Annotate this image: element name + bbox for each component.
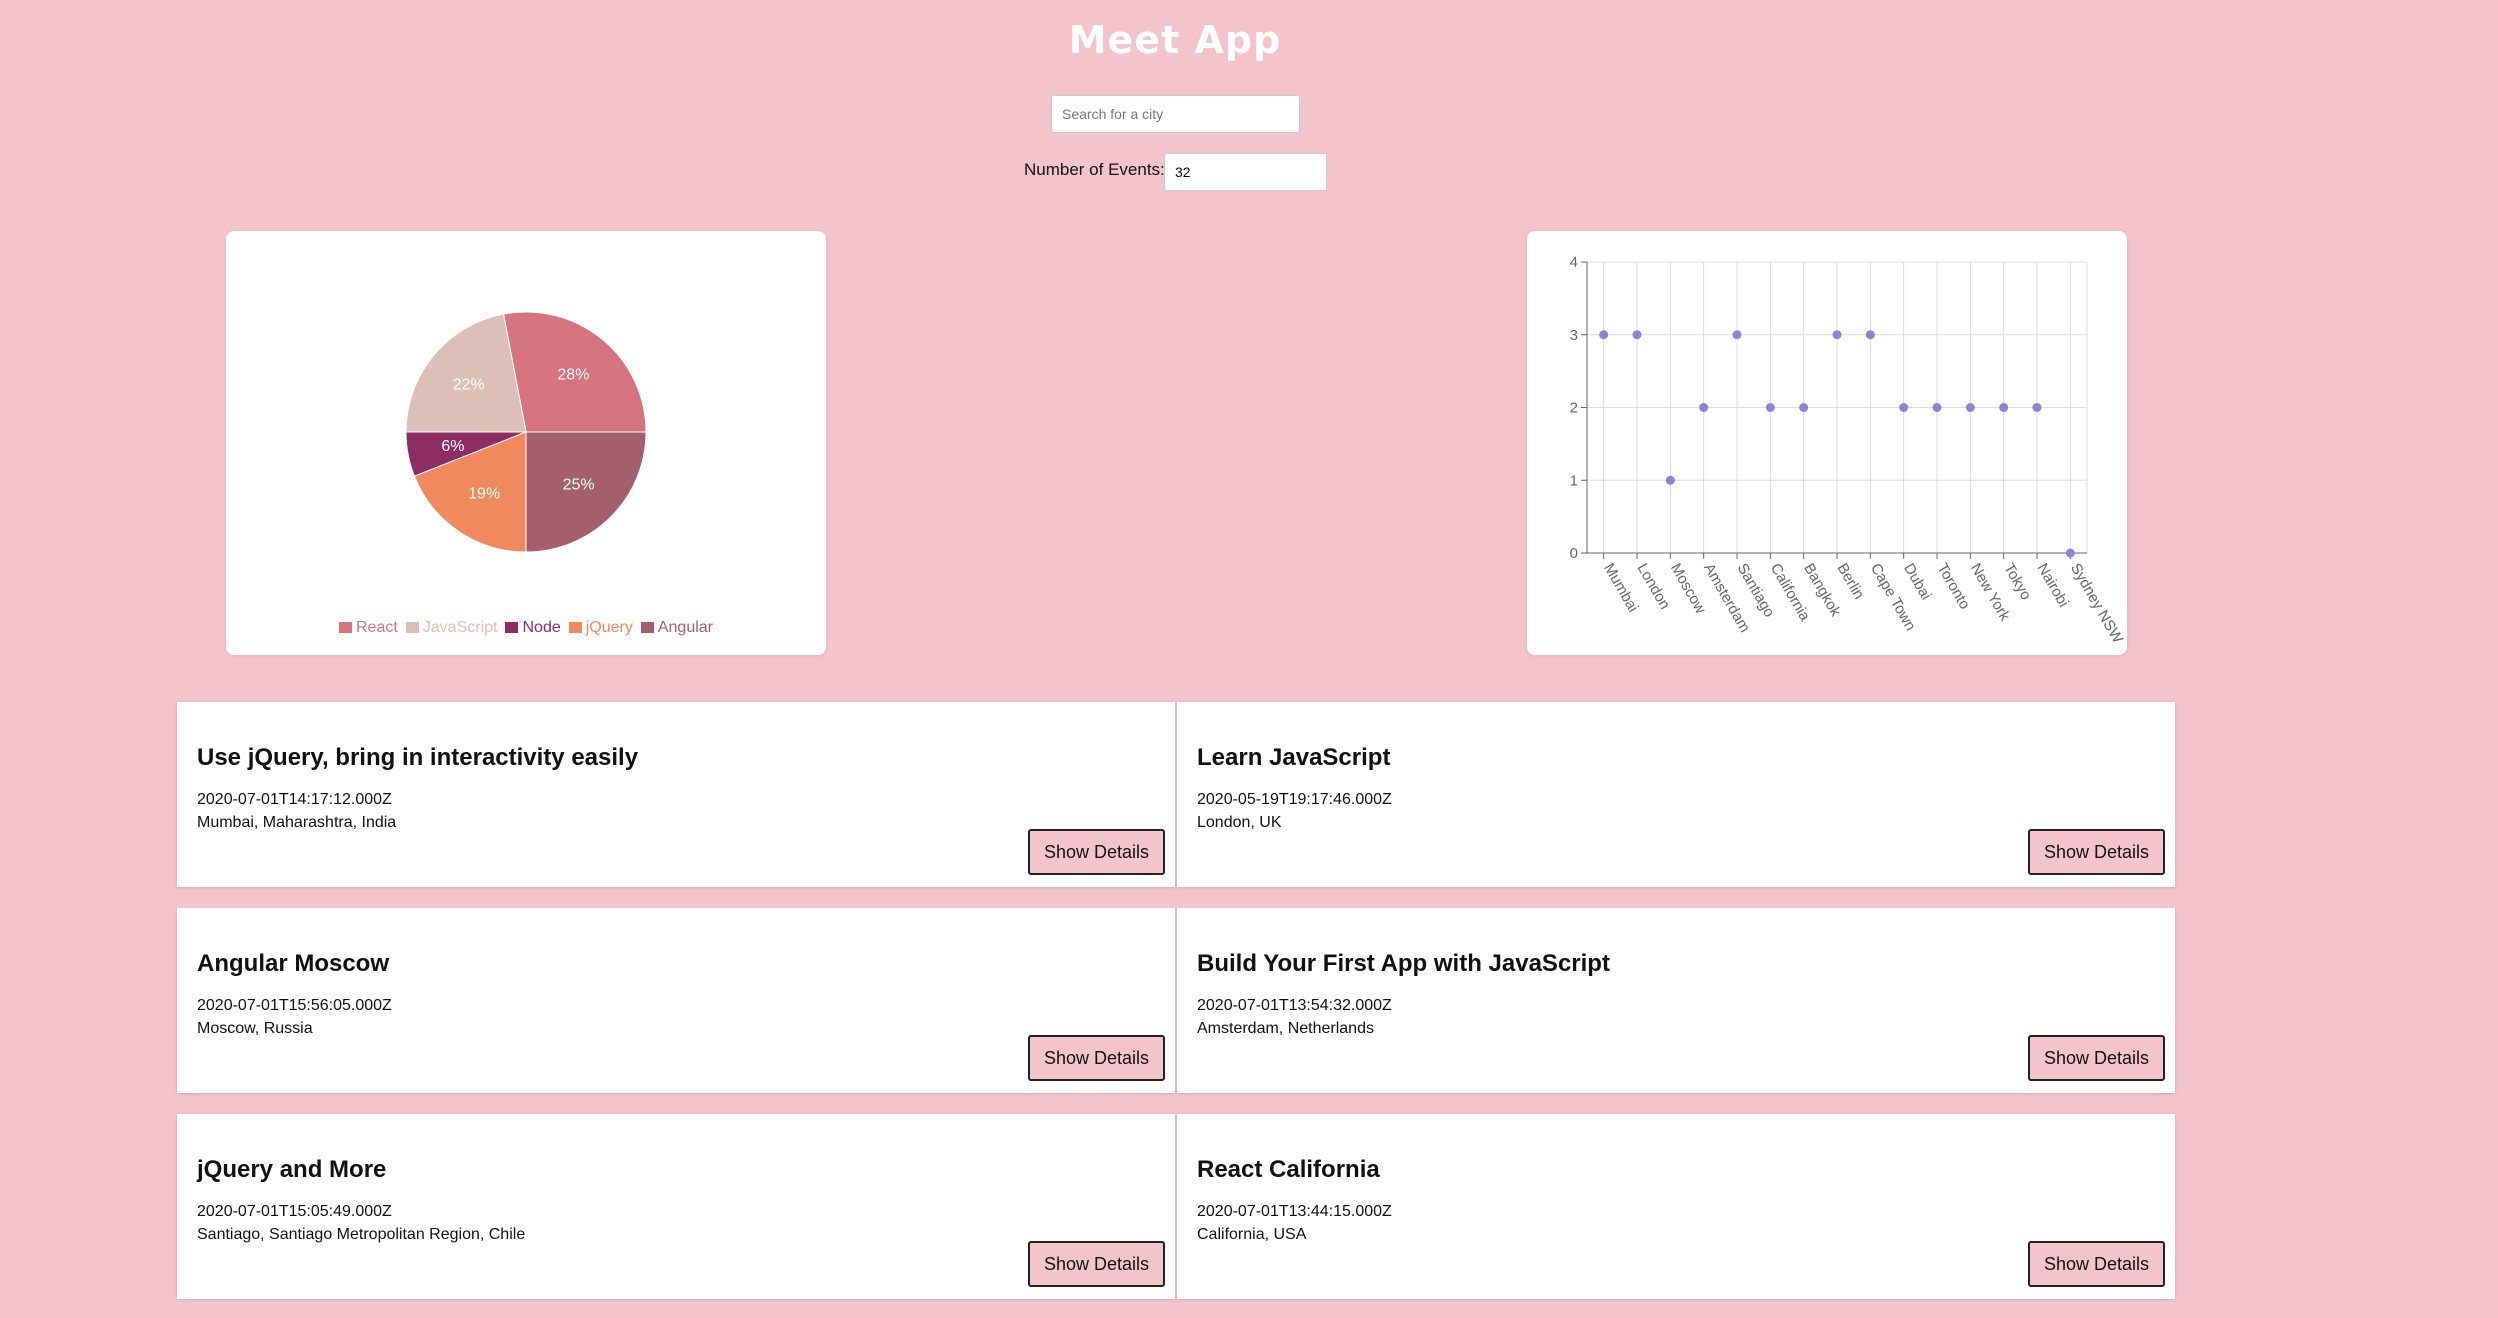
data-point xyxy=(2065,548,2075,558)
event-card: Learn JavaScript 2020-05-19T19:17:46.000… xyxy=(1177,702,2175,887)
legend-swatch xyxy=(640,622,654,633)
show-details-button[interactable]: Show Details xyxy=(2028,829,2165,875)
event-time: 2020-07-01T15:56:05.000Z xyxy=(197,997,392,1014)
pie-chart-legend: React JavaScript Node jQuery Angular xyxy=(226,619,826,637)
city-search-input[interactable] xyxy=(1051,95,1300,133)
event-title: Build Your First App with JavaScript xyxy=(1197,950,1610,977)
number-of-events-label: Number of Events: xyxy=(1024,160,1165,179)
legend-swatch xyxy=(338,622,352,633)
legend-item: Angular xyxy=(640,619,714,637)
legend-label: Angular xyxy=(657,619,714,636)
x-tick-label: Nairobi xyxy=(2034,561,2072,611)
data-point xyxy=(1932,403,1942,412)
legend-label: React xyxy=(355,619,398,636)
data-point xyxy=(1832,330,1842,340)
legend-swatch xyxy=(568,622,582,633)
legend-item: React xyxy=(338,619,398,637)
data-point xyxy=(1999,403,2009,412)
event-location: California, USA xyxy=(1197,1226,1307,1243)
legend-label: jQuery xyxy=(585,619,633,636)
y-tick-label: 1 xyxy=(1570,472,1578,489)
legend-item: jQuery xyxy=(568,619,633,637)
x-tick-label: Tokyo xyxy=(2000,561,2034,603)
x-tick-label: Sydney NSW xyxy=(2067,561,2127,647)
legend-item: Node xyxy=(505,619,561,637)
event-card: Angular Moscow 2020-07-01T15:56:05.000Z … xyxy=(177,908,1175,1093)
event-location: Amsterdam, Netherlands xyxy=(1197,1020,1374,1037)
app-title: Meet App xyxy=(1068,18,1282,62)
data-point xyxy=(2032,403,2042,412)
event-time: 2020-05-19T19:17:46.000Z xyxy=(1197,791,1392,808)
event-location: Mumbai, Maharashtra, India xyxy=(197,814,397,831)
data-point xyxy=(1799,403,1809,412)
show-details-button[interactable]: Show Details xyxy=(1028,1241,1165,1287)
y-tick-label: 0 xyxy=(1570,545,1578,562)
legend-label: JavaScript xyxy=(422,619,498,636)
legend-swatch xyxy=(405,622,419,633)
legend-swatch xyxy=(505,622,519,633)
event-time: 2020-07-01T13:44:15.000Z xyxy=(1197,1203,1392,1220)
event-title: React California xyxy=(1197,1156,1380,1183)
pie-slice-label: 25% xyxy=(563,477,595,494)
data-point xyxy=(1632,330,1642,340)
number-of-events-input[interactable] xyxy=(1164,153,1327,191)
event-location: London, UK xyxy=(1197,814,1282,831)
event-title: Use jQuery, bring in interactivity easil… xyxy=(197,744,639,771)
y-tick-label: 3 xyxy=(1570,327,1578,344)
pie-chart: 28% 22% 6% 19% 25% xyxy=(405,311,647,553)
event-card: Use jQuery, bring in interactivity easil… xyxy=(177,702,1175,887)
data-point xyxy=(1765,403,1775,412)
x-tick-label: Dubai xyxy=(1900,561,1934,603)
event-time: 2020-07-01T14:17:12.000Z xyxy=(197,791,392,808)
data-point xyxy=(1865,330,1875,340)
event-location: Moscow, Russia xyxy=(197,1020,313,1037)
pie-slice-label: 28% xyxy=(557,367,589,384)
show-details-button[interactable]: Show Details xyxy=(2028,1035,2165,1081)
pie-slice-label: 6% xyxy=(441,438,464,455)
legend-label: Node xyxy=(522,619,561,636)
data-point xyxy=(1699,403,1709,412)
event-title: Angular Moscow xyxy=(197,950,390,977)
show-details-button[interactable]: Show Details xyxy=(1028,1035,1165,1081)
y-tick-label: 2 xyxy=(1570,400,1578,417)
event-location: Santiago, Santiago Metropolitan Region, … xyxy=(197,1226,526,1243)
event-card: jQuery and More 2020-07-01T15:05:49.000Z… xyxy=(177,1114,1175,1299)
event-card: React California 2020-07-01T13:44:15.000… xyxy=(1177,1114,2175,1299)
scatter-chart-card: 0 1 2 3 4 Mumbai London Moscow Amsterdam Santiago… xyxy=(1527,231,2127,655)
data-point xyxy=(1899,403,1909,412)
event-time: 2020-07-01T13:54:32.000Z xyxy=(1197,997,1392,1014)
show-details-button[interactable]: Show Details xyxy=(1028,829,1165,875)
y-tick-label: 4 xyxy=(1570,254,1578,271)
show-details-button[interactable]: Show Details xyxy=(2028,1241,2165,1287)
x-tick-label: Berlin xyxy=(1834,561,1868,603)
data-point xyxy=(1965,403,1975,412)
event-time: 2020-07-01T15:05:49.000Z xyxy=(197,1203,392,1220)
pie-chart-card: 28% 22% 6% 19% 25% React JavaScript Node jQuery… xyxy=(226,231,826,655)
pie-slice-label: 22% xyxy=(453,377,485,394)
event-title: Learn JavaScript xyxy=(1197,744,1391,771)
event-card: Build Your First App with JavaScript 202… xyxy=(1177,908,2175,1093)
data-point xyxy=(1665,475,1675,485)
legend-item: JavaScript xyxy=(405,619,498,637)
scatter-chart: 01234MumbaiLondonMoscowAmsterdamSantiago… xyxy=(1570,254,2127,647)
pie-slice-label: 19% xyxy=(468,486,500,503)
event-title: jQuery and More xyxy=(197,1156,387,1183)
data-point xyxy=(1599,330,1609,340)
data-point xyxy=(1732,330,1742,340)
